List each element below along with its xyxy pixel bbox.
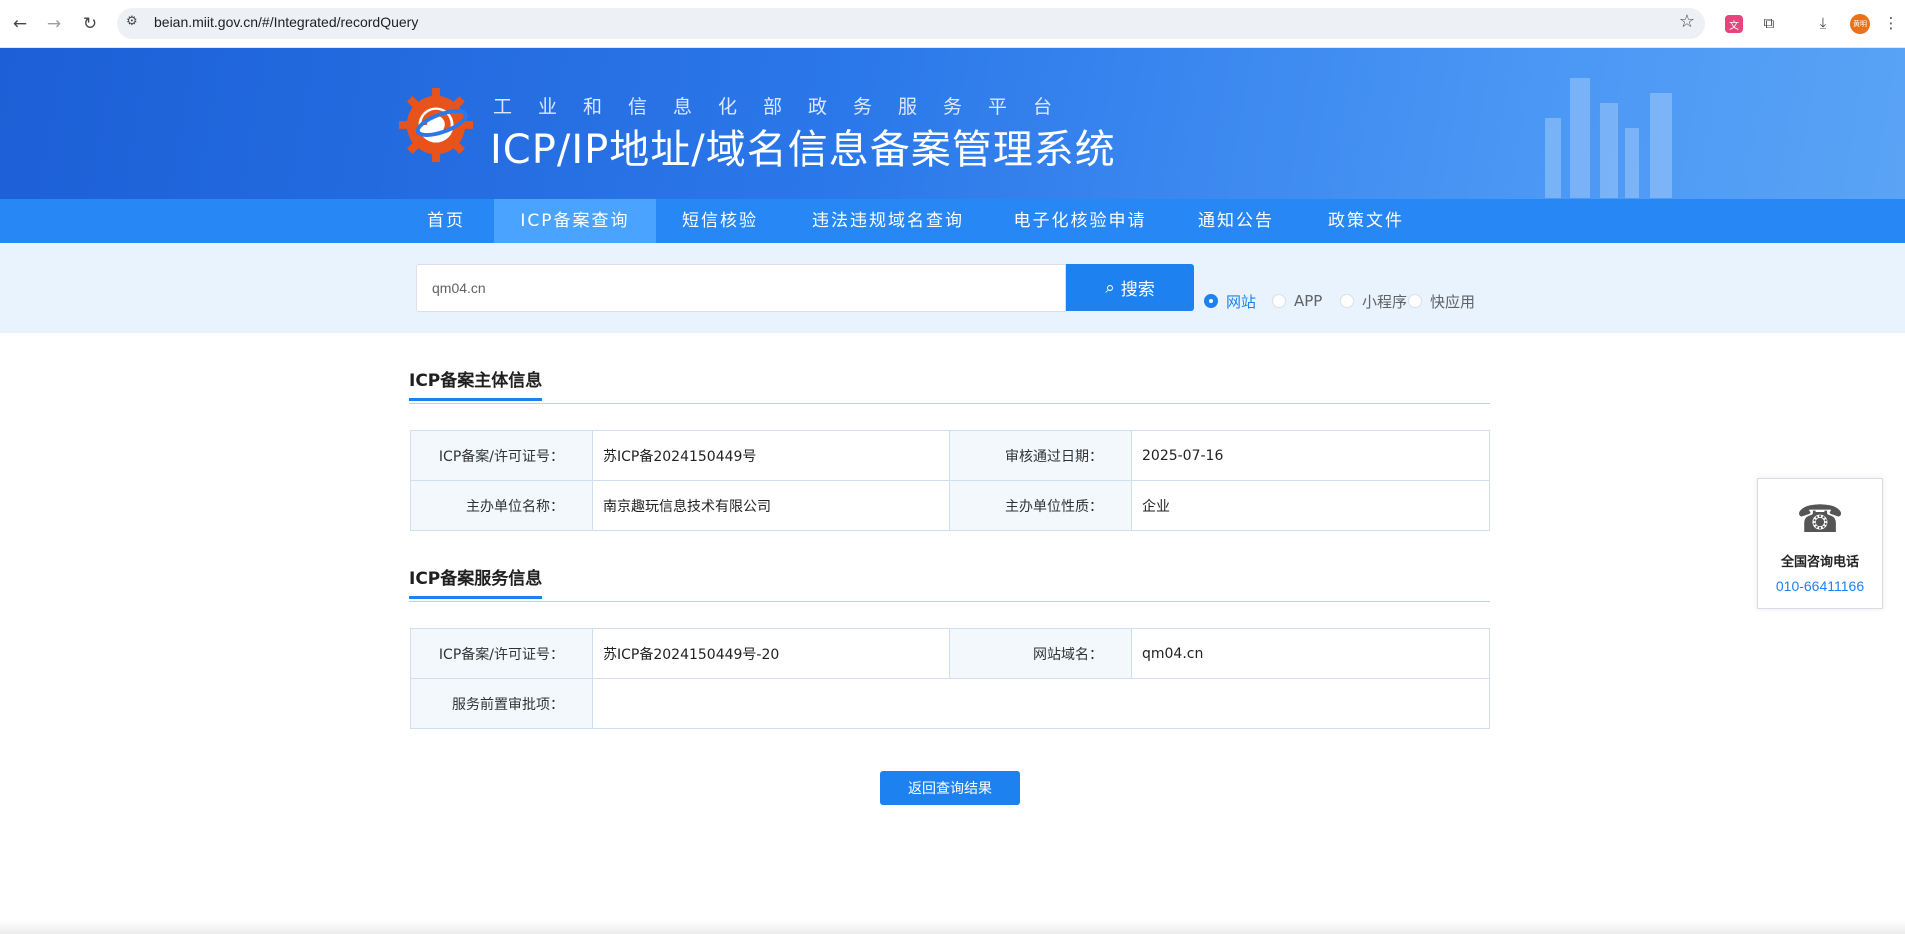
profile-avatar[interactable]: 黄明 — [1850, 14, 1870, 34]
browser-toolbar: ← → ↻ ⚙ beian.miit.gov.cn/#/Integrated/r… — [0, 0, 1905, 48]
bottom-shadow — [0, 920, 1905, 934]
nav-item-policy[interactable]: 政策文件 — [1322, 199, 1410, 243]
radio-mini-program[interactable]: 小程序 — [1340, 291, 1407, 311]
nav-item-home[interactable]: 首页 — [411, 199, 481, 243]
forward-icon[interactable]: → — [40, 10, 68, 38]
platform-subtitle: 工业和信息化部政务服务平台 — [493, 96, 1079, 118]
page-title: ICP/IP地址/域名信息备案管理系统 — [490, 127, 1116, 173]
radio-dot — [1272, 294, 1286, 308]
contact-card: ☎ 全国咨询电话 010-66411166 — [1757, 478, 1883, 609]
organizer-type-label: 主办单位性质： — [949, 480, 1132, 531]
search-button[interactable]: ⌕ 搜索 — [1066, 264, 1194, 311]
radio-dot — [1408, 294, 1422, 308]
license-label: ICP备案/许可证号： — [410, 430, 593, 481]
search-button-label: 搜索 — [1120, 280, 1155, 300]
address-bar[interactable]: ⚙ beian.miit.gov.cn/#/Integrated/recordQ… — [117, 8, 1705, 39]
section-divider — [409, 403, 1490, 404]
approval-date-label: 审核通过日期： — [949, 430, 1132, 481]
browser-menu-icon[interactable]: ⋮ — [1880, 12, 1902, 34]
nav-item-notices[interactable]: 通知公告 — [1192, 199, 1280, 243]
download-icon[interactable]: ⤓ — [1812, 12, 1834, 34]
section-divider — [409, 601, 1490, 602]
radio-label: 快应用 — [1430, 292, 1476, 311]
nav-item-icp-query[interactable]: ICP备案查询 — [494, 199, 656, 243]
search-icon: ⌕ — [1105, 277, 1115, 298]
radio-dot — [1204, 294, 1218, 308]
license-value: 苏ICP备2024150449号 — [592, 430, 950, 481]
heading-underline — [409, 398, 543, 401]
service-license-value: 苏ICP备2024150449号-20 — [592, 628, 950, 679]
city-skyline-decoration — [1545, 78, 1672, 198]
nav-item-sms-verify[interactable]: 短信核验 — [672, 199, 768, 243]
domain-label: 网站域名： — [949, 628, 1132, 679]
subject-info-heading: ICP备案主体信息 — [409, 366, 543, 401]
radio-app[interactable]: APP — [1272, 291, 1322, 311]
hotline-number[interactable]: 010-66411166 — [1758, 578, 1882, 594]
back-to-results-button[interactable]: 返回查询结果 — [880, 771, 1020, 805]
organizer-name-value: 南京趣玩信息技术有限公司 — [592, 480, 950, 531]
organizer-type-value: 企业 — [1131, 480, 1490, 531]
radio-website[interactable]: 网站 — [1204, 291, 1256, 311]
main-nav: 首页 ICP备案查询 短信核验 违法违规域名查询 电子化核验申请 通知公告 政策… — [0, 199, 1905, 243]
heading-underline — [409, 596, 543, 599]
radio-label: 网站 — [1226, 292, 1257, 311]
table-row: ICP备案/许可证号： 苏ICP备2024150449号 审核通过日期： 202… — [410, 430, 1490, 481]
radio-dot — [1340, 294, 1354, 308]
hotline-label: 全国咨询电话 — [1780, 555, 1859, 570]
site-banner: 工业和信息化部政务服务平台 ICP/IP地址/域名信息备案管理系统 — [0, 48, 1905, 199]
site-settings-icon[interactable]: ⚙ — [126, 14, 138, 29]
subject-info-title: ICP备案主体信息 — [409, 371, 543, 391]
ministry-gear-logo — [398, 87, 474, 163]
table-row: 主办单位名称： 南京趣玩信息技术有限公司 主办单位性质： 企业 — [410, 480, 1490, 531]
bookmark-star-icon[interactable]: ☆ — [1679, 11, 1695, 32]
pre-approval-label: 服务前置审批项： — [410, 678, 593, 729]
back-icon[interactable]: ← — [6, 10, 34, 38]
search-input[interactable] — [416, 264, 1066, 312]
approval-date-value: 2025-07-16 — [1131, 430, 1490, 481]
table-row: ICP备案/许可证号： 苏ICP备2024150449号-20 网站域名： qm… — [410, 628, 1490, 679]
nav-item-e-verify[interactable]: 电子化核验申请 — [1010, 199, 1150, 243]
extensions-icon[interactable]: ⧉ — [1758, 12, 1780, 34]
telephone-icon: ☎ — [1796, 497, 1844, 541]
service-info-heading: ICP备案服务信息 — [409, 564, 543, 599]
url-text[interactable]: beian.miit.gov.cn/#/Integrated/recordQue… — [154, 14, 418, 30]
service-info-title: ICP备案服务信息 — [409, 569, 543, 589]
domain-value: qm04.cn — [1131, 628, 1490, 679]
nav-item-illegal-domain[interactable]: 违法违规域名查询 — [808, 199, 968, 243]
radio-quick-app[interactable]: 快应用 — [1408, 291, 1475, 311]
translate-extension-icon[interactable]: 文 — [1725, 15, 1743, 33]
service-license-label: ICP备案/许可证号： — [410, 628, 593, 679]
subject-info-table: ICP备案/许可证号： 苏ICP备2024150449号 审核通过日期： 202… — [410, 430, 1490, 531]
service-info-table: ICP备案/许可证号： 苏ICP备2024150449号-20 网站域名： qm… — [410, 628, 1490, 729]
radio-label: 小程序 — [1362, 292, 1408, 311]
table-row: 服务前置审批项： — [410, 678, 1490, 729]
organizer-name-label: 主办单位名称： — [410, 480, 593, 531]
pre-approval-value — [592, 678, 1490, 729]
radio-label: APP — [1294, 292, 1323, 310]
reload-icon[interactable]: ↻ — [76, 10, 104, 38]
